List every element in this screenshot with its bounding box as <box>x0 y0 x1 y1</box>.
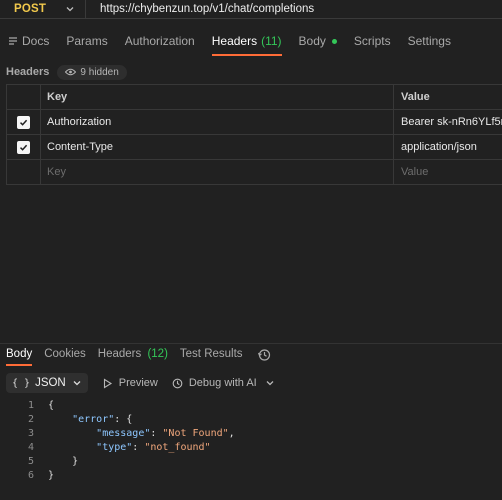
open-brace: { <box>48 399 55 411</box>
tab-docs[interactable]: Docs <box>8 34 49 56</box>
json-value-message: "Not Found" <box>162 427 229 439</box>
debug-ai-button[interactable]: Debug with AI <box>172 377 257 389</box>
request-tabs: Docs Params Authorization Headers (11) B… <box>0 34 502 56</box>
debug-ai-icon <box>172 378 183 389</box>
postman-window: POST https://chybenzun.top/v1/chat/compl… <box>0 0 502 500</box>
json-key-error: "error" <box>72 413 115 425</box>
tab-settings-label: Settings <box>407 34 451 48</box>
history-icon[interactable] <box>257 348 271 362</box>
line-number: 2 <box>27 413 34 425</box>
format-select[interactable]: { } JSON <box>6 373 88 393</box>
chevron-down-icon[interactable] <box>265 378 275 388</box>
response-tabs: Body Cookies Headers (12) Test Results <box>0 348 502 368</box>
method-label: POST <box>14 3 47 15</box>
checkbox-checked-icon[interactable] <box>17 115 30 129</box>
url-input[interactable]: https://chybenzun.top/v1/chat/completion… <box>86 0 502 19</box>
tab-authorization[interactable]: Authorization <box>125 34 195 56</box>
response-tab-cookies[interactable]: Cookies <box>44 348 86 366</box>
chevron-down-icon <box>72 378 82 388</box>
response-divider <box>0 343 502 344</box>
tab-params-label: Params <box>66 34 108 48</box>
play-icon <box>102 378 113 389</box>
header-value-field[interactable]: application/json <box>394 135 502 159</box>
response-tab-test-results-label: Test Results <box>179 348 243 360</box>
tab-body[interactable]: Body <box>299 34 337 56</box>
response-body-code: 1 { 2 "error": { 3 "message": "Not Found… <box>0 398 502 482</box>
tab-scripts[interactable]: Scripts <box>354 34 391 56</box>
checkbox-checked-icon[interactable] <box>17 140 30 154</box>
row-check-cell <box>6 110 41 134</box>
headers-title: Headers <box>6 66 50 78</box>
method-select[interactable]: POST <box>0 0 86 19</box>
body-indicator-dot <box>331 39 337 44</box>
new-key-input[interactable]: Key <box>41 160 394 184</box>
table-row: Authorization Bearer sk-nRn6YLf5rSr <box>6 110 502 135</box>
headers-table: Key Value Authorization Bearer sk-nRn6YL… <box>6 84 502 186</box>
code-line: 4 "type": "not_found" <box>0 440 502 454</box>
code-line: 1 { <box>0 398 502 412</box>
tab-docs-label: Docs <box>22 34 50 48</box>
url-bar: POST https://chybenzun.top/v1/chat/compl… <box>0 0 502 19</box>
chevron-down-icon <box>65 4 75 14</box>
line-number: 5 <box>27 455 34 467</box>
row-check-cell <box>6 135 41 159</box>
headers-title-row: Headers 9 hidden <box>0 64 502 80</box>
close-brace: } <box>48 469 55 481</box>
code-line: 3 "message": "Not Found", <box>0 426 502 440</box>
tab-params[interactable]: Params <box>66 34 107 56</box>
table-row: Content-Type application/json <box>6 135 502 160</box>
code-line: 6 } <box>0 468 502 482</box>
line-number: 6 <box>27 469 34 481</box>
line-number: 1 <box>27 399 34 411</box>
json-key-message: "message" <box>96 427 151 439</box>
tab-headers[interactable]: Headers (11) <box>211 34 282 56</box>
tab-authorization-label: Authorization <box>124 34 195 48</box>
code-line: 2 "error": { <box>0 412 502 426</box>
header-value-field[interactable]: Bearer sk-nRn6YLf5rSr <box>394 110 502 134</box>
format-label: JSON <box>35 377 66 389</box>
hidden-headers-toggle[interactable]: 9 hidden <box>57 64 127 80</box>
response-tab-body[interactable]: Body <box>6 348 33 366</box>
braces-icon: { } <box>12 377 31 389</box>
response-tab-headers[interactable]: Headers (12) <box>98 348 168 366</box>
column-header-value: Value <box>401 91 430 103</box>
line-number: 4 <box>27 441 34 453</box>
json-value-type: "not_found" <box>144 441 211 453</box>
tab-headers-count: (11) <box>261 34 282 48</box>
response-headers-count: (12) <box>147 348 168 360</box>
row-check-cell <box>6 160 41 184</box>
column-header-key: Key <box>41 85 394 109</box>
response-tab-cookies-label: Cookies <box>44 348 86 360</box>
preview-label: Preview <box>118 377 158 389</box>
tab-scripts-label: Scripts <box>353 34 391 48</box>
debug-ai-label: Debug with AI <box>188 377 257 389</box>
line-number: 3 <box>27 427 34 439</box>
eye-icon <box>65 68 77 76</box>
response-tab-headers-label: Headers <box>97 348 142 360</box>
response-tab-test-results[interactable]: Test Results <box>180 348 243 366</box>
docs-icon <box>8 36 18 46</box>
json-key-type: "type" <box>96 441 133 453</box>
response-tab-body-label: Body <box>6 348 33 360</box>
response-toolbar: { } JSON Preview Debug with AI <box>6 373 496 393</box>
header-key-field[interactable]: Authorization <box>41 110 394 134</box>
code-line: 5 } <box>0 454 502 468</box>
table-header-check-cell <box>6 85 41 109</box>
tab-settings[interactable]: Settings <box>408 34 451 56</box>
header-key-field[interactable]: Content-Type <box>41 135 394 159</box>
tab-headers-label: Headers <box>211 34 258 48</box>
close-inner-brace: } <box>72 455 79 467</box>
table-header-row: Key Value <box>6 85 502 110</box>
new-value-input[interactable]: Value <box>394 160 502 184</box>
tab-body-label: Body <box>298 34 326 48</box>
preview-button[interactable]: Preview <box>102 377 158 389</box>
hidden-headers-label: 9 hidden <box>80 66 119 78</box>
table-row-new: Key Value <box>6 160 502 185</box>
